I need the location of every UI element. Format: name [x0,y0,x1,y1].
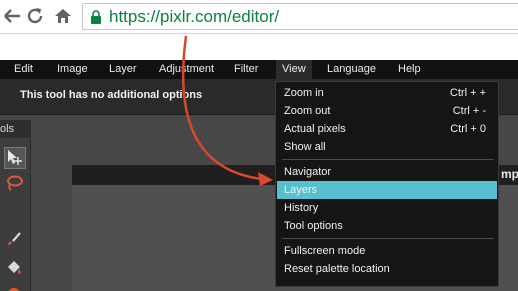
annotation-arrow-icon [181,35,273,186]
